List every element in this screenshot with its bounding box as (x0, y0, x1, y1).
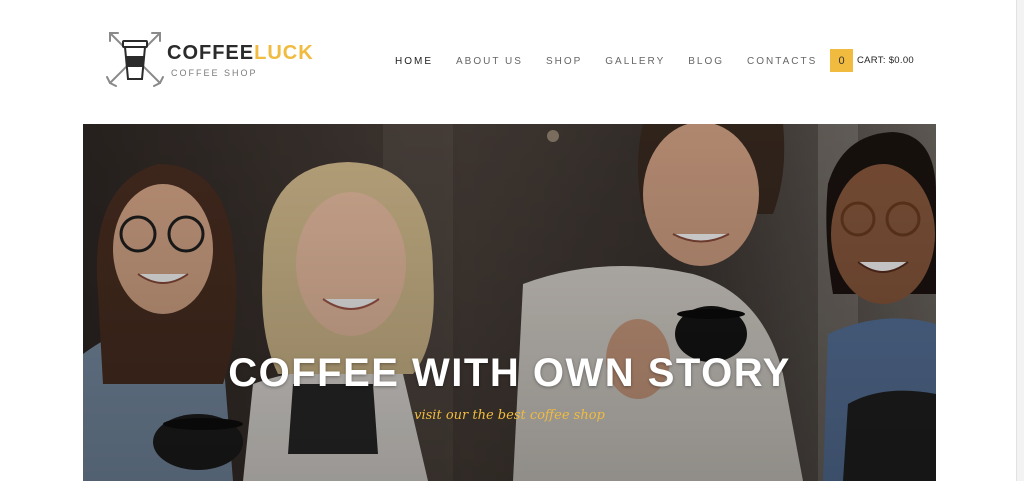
brand-name: COFFEELUCK (167, 43, 314, 63)
nav-home[interactable]: HOME (395, 56, 433, 68)
site-logo[interactable]: COFFEELUCK COFFEE SHOP (104, 27, 314, 89)
hero-title: COFFEE WITH OWN STORY (228, 351, 791, 395)
nav-contacts[interactable]: CONTACTS (747, 56, 817, 68)
brand-name-main: COFFEE (167, 42, 255, 64)
cart-count-badge: 0 (830, 49, 853, 72)
nav-gallery[interactable]: GALLERY (605, 56, 665, 68)
main-nav: HOME ABOUT US SHOP GALLERY BLOG CONTACTS (395, 56, 840, 68)
nav-about-us[interactable]: ABOUT US (456, 56, 523, 68)
coffee-cup-arrows-icon (106, 32, 164, 87)
window-scrollbar[interactable] (1016, 0, 1024, 481)
hero-banner: COFFEE WITH OWN STORY visit our the best… (83, 124, 936, 481)
cart-button[interactable]: 0 CART: $0.00 (830, 49, 914, 72)
nav-shop[interactable]: SHOP (546, 56, 582, 68)
hero-photo-baristas (83, 124, 936, 481)
hero-subtitle: visit our the best coffee shop (414, 408, 605, 423)
nav-blog[interactable]: BLOG (688, 56, 724, 68)
brand-name-accent: LUCK (254, 42, 314, 64)
brand-tagline: COFFEE SHOP (171, 68, 258, 78)
cart-total-label: CART: $0.00 (857, 55, 914, 66)
